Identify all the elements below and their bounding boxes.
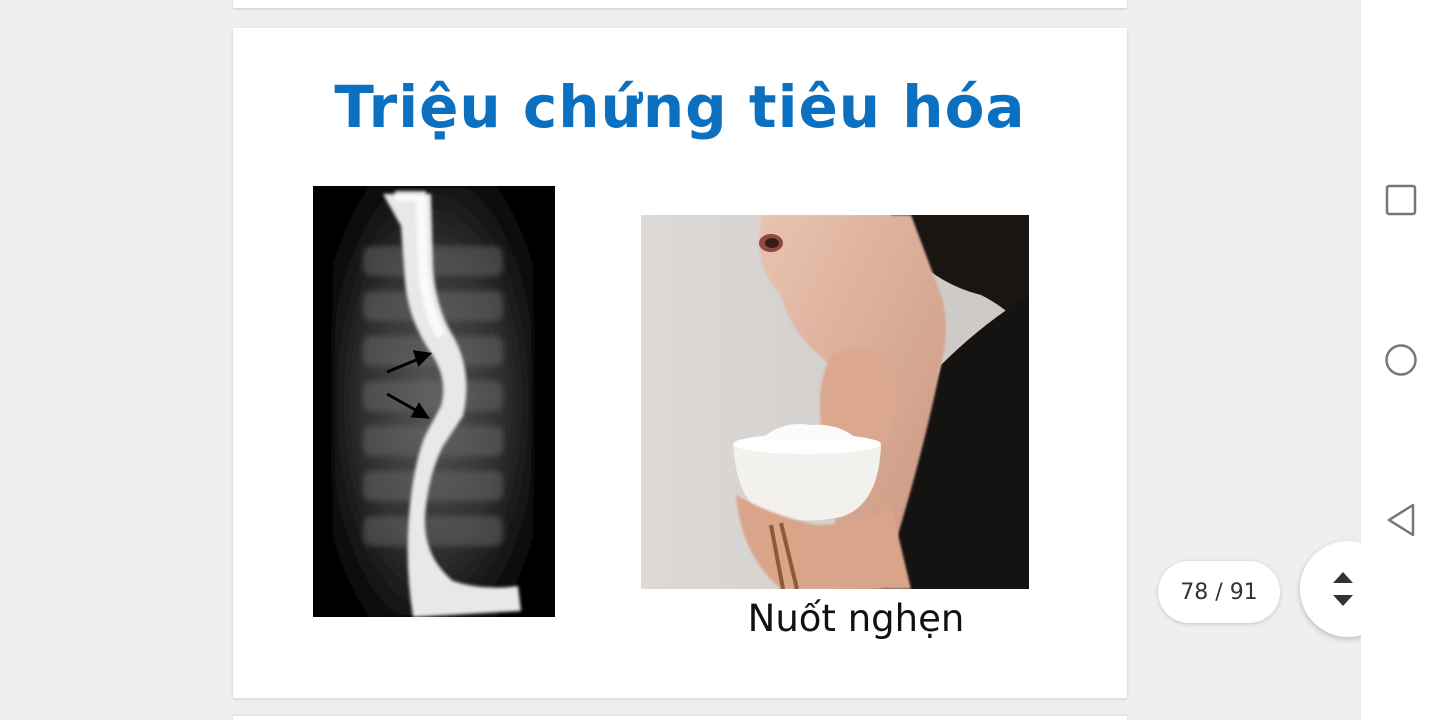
previous-page-edge xyxy=(233,0,1127,8)
square-recents-icon xyxy=(1385,184,1417,216)
recents-button[interactable] xyxy=(1381,180,1421,220)
system-navigation-bar xyxy=(1361,0,1440,720)
page-indicator-text: 78 / 91 xyxy=(1180,579,1258,605)
slide-title: Triệu chứng tiêu hóa xyxy=(334,73,1026,141)
pdf-viewer[interactable]: Triệu chứng tiêu hóa Nuốt nghẹn 78 / 91 xyxy=(0,0,1361,720)
triangle-back-icon xyxy=(1387,503,1415,537)
home-button[interactable] xyxy=(1381,340,1421,380)
barium-swallow-xray-image xyxy=(313,186,555,617)
page-indicator: 78 / 91 xyxy=(1158,561,1280,623)
scroll-updown-icon xyxy=(1333,572,1353,606)
pdf-page: Triệu chứng tiêu hóa Nuốt nghẹn xyxy=(233,28,1127,698)
choking-woman-photo xyxy=(641,215,1029,589)
image-caption: Nuốt nghẹn xyxy=(747,597,965,640)
circle-home-icon xyxy=(1385,344,1417,376)
back-button[interactable] xyxy=(1381,500,1421,540)
next-page-edge xyxy=(233,716,1127,720)
